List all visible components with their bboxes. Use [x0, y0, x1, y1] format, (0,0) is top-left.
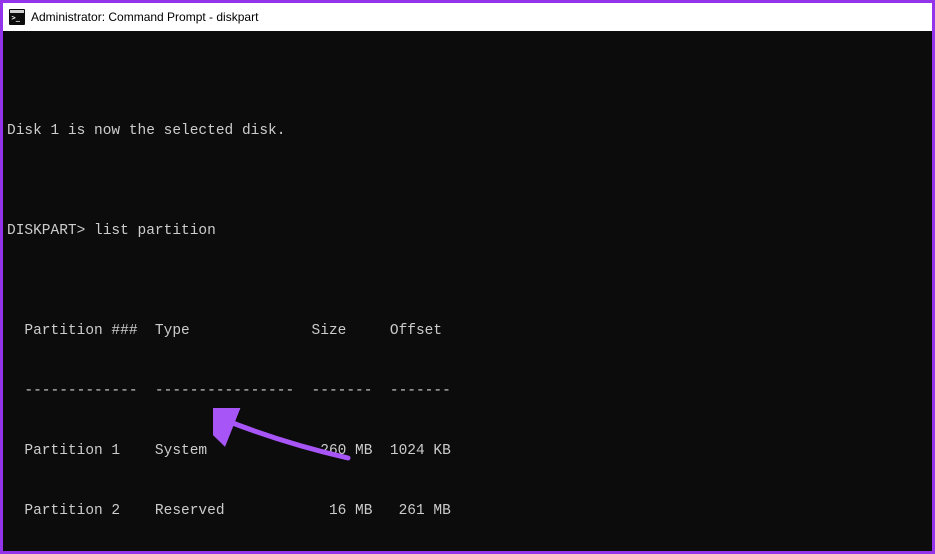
table-divider: ------------- ---------------- ------- -… — [7, 381, 928, 401]
titlebar[interactable]: >_ Administrator: Command Prompt - diskp… — [3, 3, 932, 31]
terminal-output[interactable]: Disk 1 is now the selected disk. DISKPAR… — [3, 31, 932, 551]
table-row: Partition 2 Reserved 16 MB 261 MB — [7, 501, 928, 521]
table-row: Partition 1 System 260 MB 1024 KB — [7, 441, 928, 461]
cmd-icon: >_ — [9, 9, 25, 25]
table-header: Partition ### Type Size Offset — [7, 321, 928, 341]
terminal-line: DISKPART> list partition — [7, 221, 928, 241]
command-prompt-window: >_ Administrator: Command Prompt - diskp… — [3, 3, 932, 551]
window-title: Administrator: Command Prompt - diskpart — [31, 10, 258, 24]
svg-text:>_: >_ — [12, 14, 21, 22]
terminal-line: Disk 1 is now the selected disk. — [7, 121, 928, 141]
